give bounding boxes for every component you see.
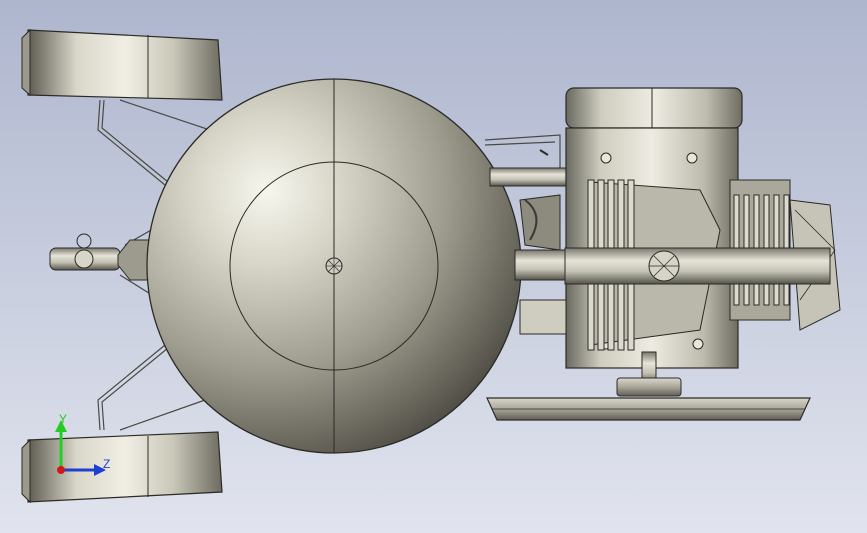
z-axis-label: Z (103, 457, 111, 471)
crankshaft (564, 247, 831, 285)
coordinate-triad: Y Z (48, 410, 118, 480)
y-axis-label: Y (59, 412, 68, 426)
motor-base-bracket (519, 299, 567, 335)
cad-graphics-viewport[interactable]: Y Z (0, 0, 867, 533)
air-receiver-tank[interactable] (146, 78, 522, 454)
valve-spokes-icon (326, 258, 342, 274)
wheel-front-top[interactable] (21, 28, 223, 101)
model-canvas[interactable] (0, 0, 867, 533)
